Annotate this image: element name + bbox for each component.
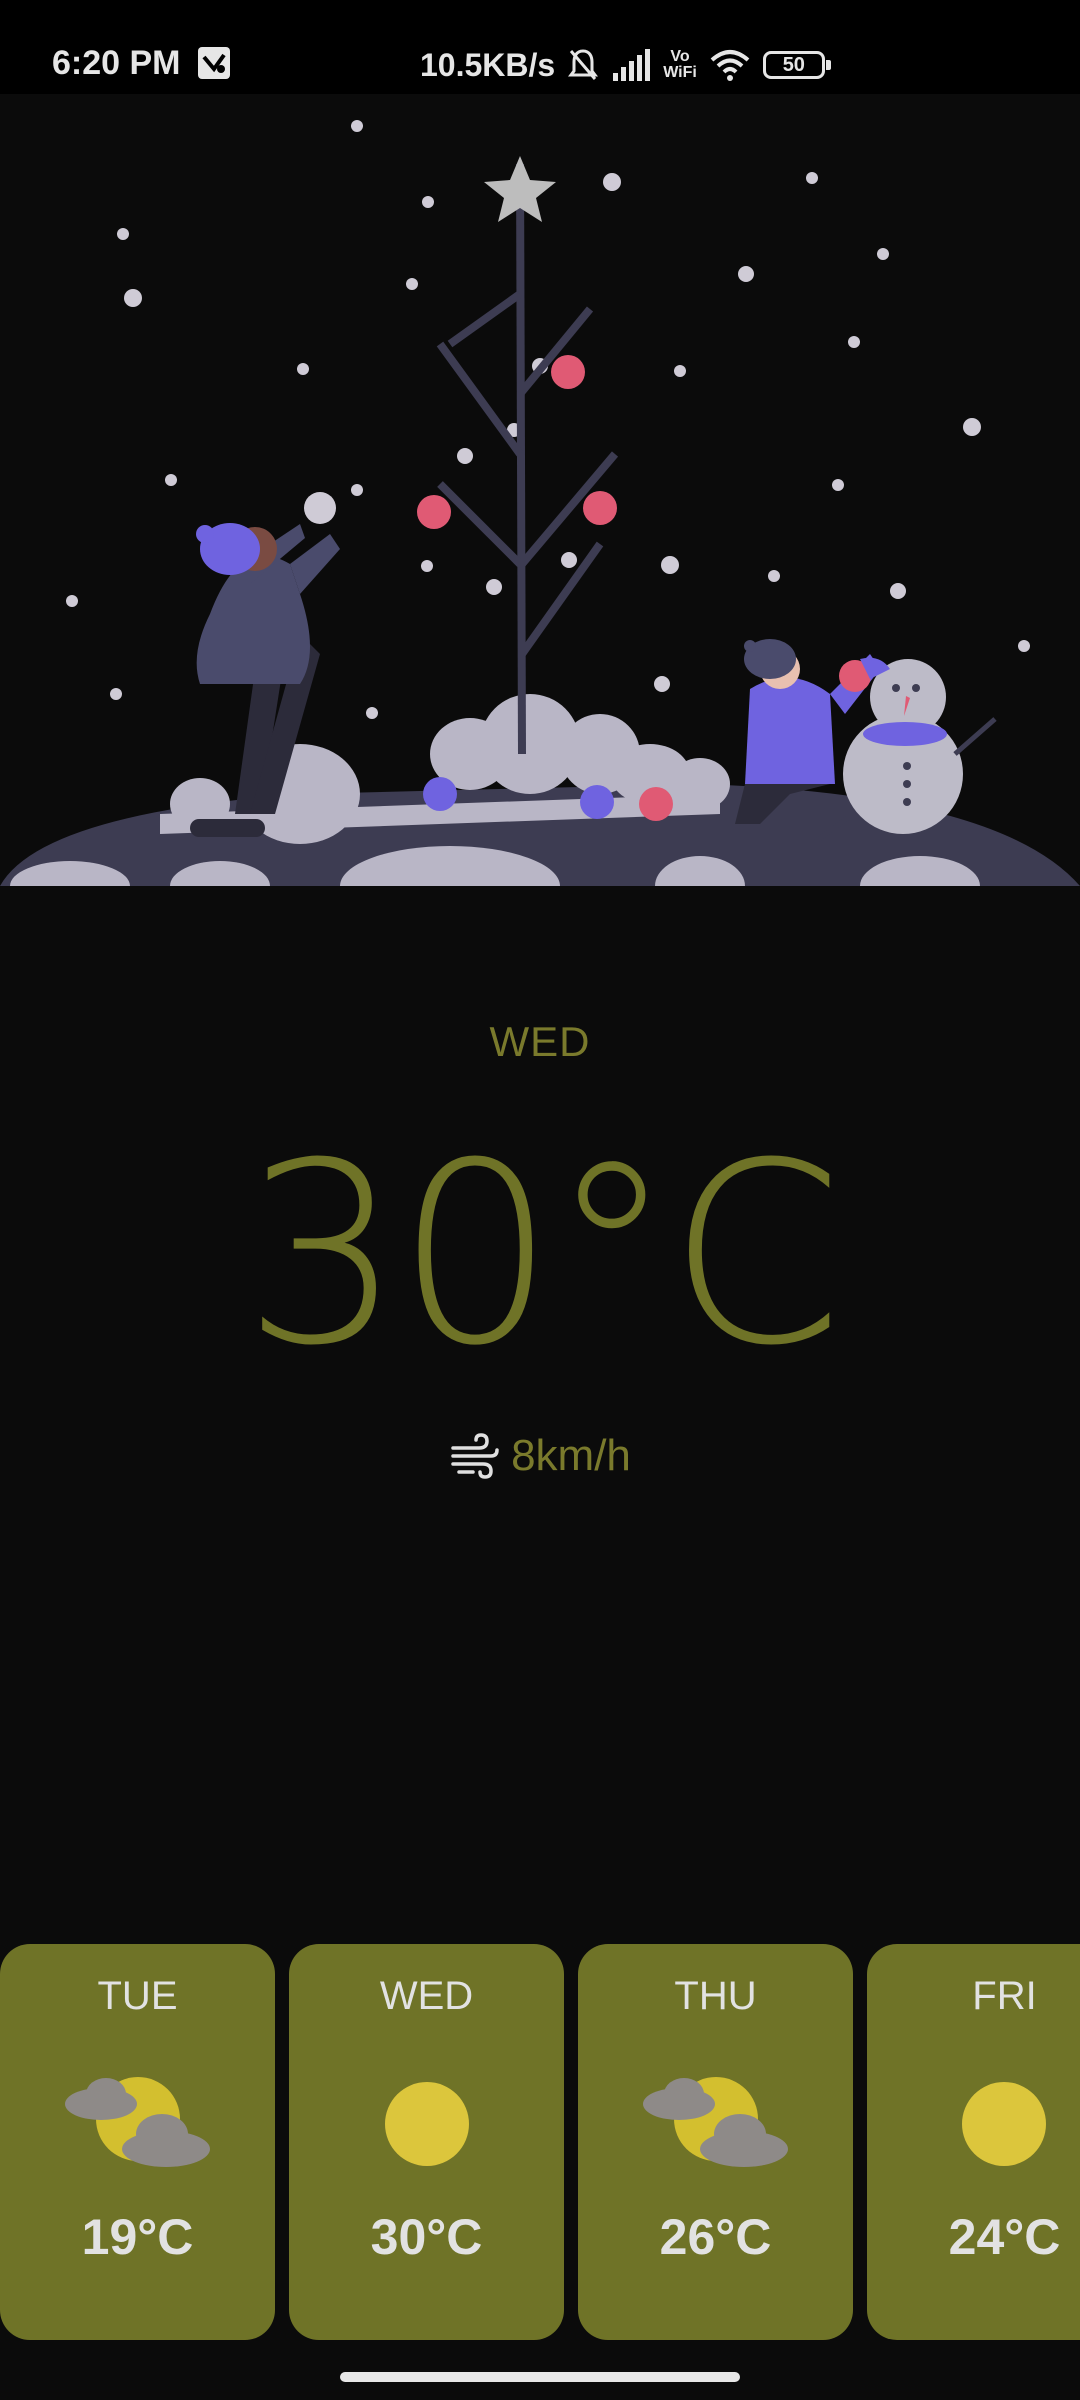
signal-icon [613,49,651,81]
forecast-temp: 30°C [370,2209,483,2265]
forecast-card-fri[interactable]: FRI 24°C [867,1944,1080,2340]
gallery-icon [198,47,230,79]
partly-cloudy-icon [64,2077,210,2167]
battery-icon: 50 [762,51,831,79]
forecast-day: WED [379,1974,474,2018]
network-speed: 10.5KB/s [420,46,556,83]
forecast-day: FRI [972,1974,1037,2018]
wifi-icon [710,50,750,81]
forecast-card-wed[interactable]: WED 30°C [289,1944,564,2340]
status-time: 6:20 PM [52,44,181,82]
bell-off-icon [568,49,599,80]
vowifi-icon: Vo WiFi [663,49,697,81]
wind-icon [451,1433,499,1479]
status-icons: 10.5KB/s Vo WiFi 50 [420,40,831,90]
partly-cloudy-icon [642,2077,788,2167]
wind-value: 8km/h [511,1431,631,1480]
current-day: WED [489,1018,591,1065]
status-bar: 6:20 PM 10.5KB/s Vo WiFi 50 [0,0,1080,94]
home-indicator[interactable] [340,2372,740,2382]
volte-bottom: WiFi [663,64,697,81]
volte-top: Vo [670,48,690,65]
forecast-day: THU [674,1974,757,2018]
forecast-temp: 24°C [948,2209,1061,2265]
forecast-card-tue[interactable]: TUE 19°C [0,1944,275,2340]
forecast-card-thu[interactable]: THU 26°C [578,1944,853,2340]
sunny-icon [962,2082,1046,2166]
forecast-temp: 26°C [659,2209,772,2265]
wind-speed: 8km/h [0,1430,1080,1482]
forecast-list[interactable]: TUE 19°C WED 30°C THU 26°C FRI 24°C [0,1944,1080,2340]
current-temperature: 30°C [243,1109,843,1400]
winter-illustration [0,120,1080,886]
forecast-day: TUE [97,1974,178,2018]
sunny-icon [384,2082,469,2166]
forecast-temp: 19°C [81,2209,194,2265]
